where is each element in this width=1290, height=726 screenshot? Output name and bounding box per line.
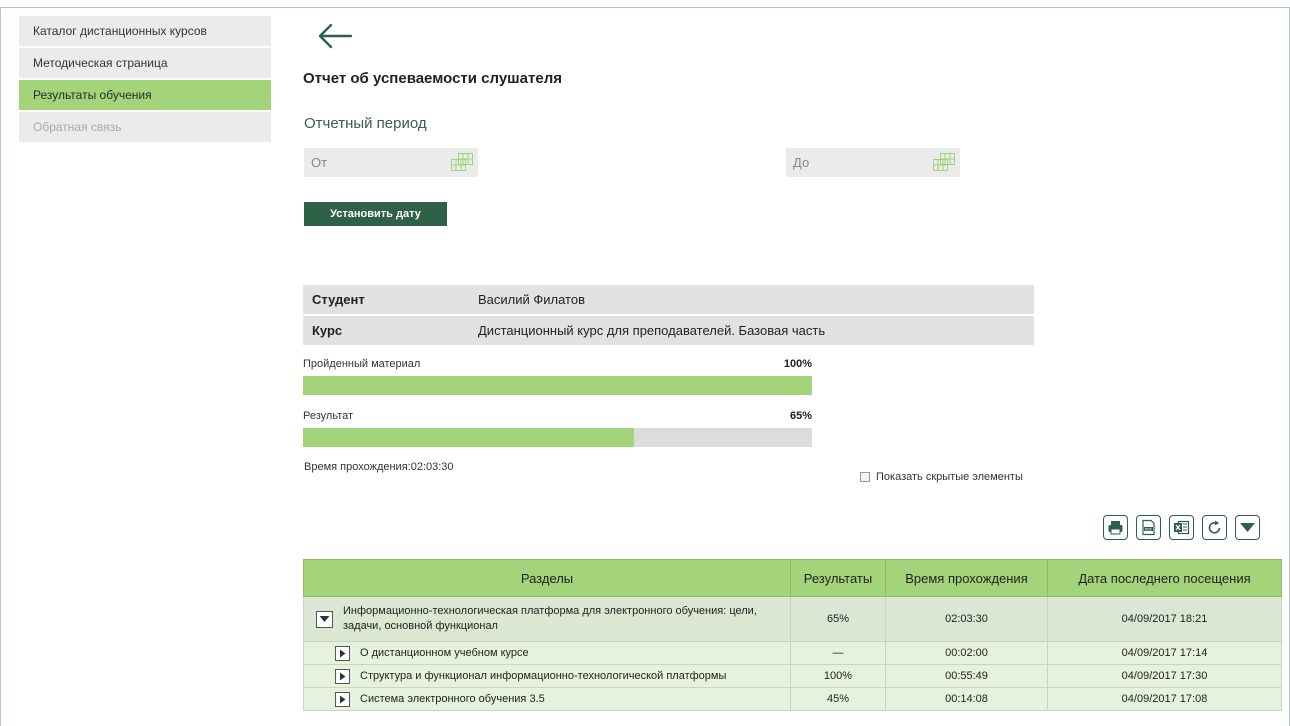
date-cell: 04/09/2017 17:14	[1047, 641, 1282, 665]
date-from-field[interactable]: От	[304, 148, 478, 177]
svg-text:PDF: PDF	[1145, 527, 1152, 531]
sections-table: Разделы Результаты Время прохождения Дат…	[303, 559, 1282, 711]
date-cell: 04/09/2017 17:08	[1047, 687, 1282, 711]
material-progress-track	[303, 376, 812, 395]
time-cell: 00:55:49	[885, 664, 1048, 688]
sidebar-item-feedback: Обратная связь	[19, 112, 271, 142]
caret-right-icon	[340, 672, 346, 680]
arrow-left-icon	[318, 23, 353, 49]
col-sections[interactable]: Разделы	[303, 559, 791, 597]
pdf-icon: PDF	[1142, 519, 1155, 536]
excel-icon	[1174, 520, 1190, 535]
main-content: Отчет об успеваемости слушателя Отчетный…	[303, 0, 1283, 726]
print-button[interactable]	[1103, 515, 1128, 540]
show-hidden-checkbox[interactable]	[860, 472, 870, 482]
course-value: Дистанционный курс для преподавателей. Б…	[469, 316, 1034, 345]
result-progress-fill	[303, 428, 634, 447]
date-from-placeholder: От	[311, 155, 328, 170]
sidebar-item-catalog[interactable]: Каталог дистанционных курсов	[19, 16, 271, 46]
refresh-icon	[1208, 520, 1221, 534]
caret-right-icon	[340, 649, 346, 657]
section-title: Структура и функционал информационно-тех…	[360, 670, 727, 682]
expand-toggle[interactable]	[335, 645, 350, 661]
section-cell: Система электронного обучения 3.5	[303, 687, 791, 711]
course-row: Курс Дистанционный курс для преподавател…	[303, 316, 1034, 345]
material-progress: Пройденный материал 100%	[303, 358, 812, 395]
result-progress-label: Результат	[303, 410, 354, 422]
back-button[interactable]	[317, 22, 353, 50]
student-row: Студент Василий Филатов	[303, 285, 1034, 314]
caret-down-icon	[319, 616, 330, 622]
date-cell: 04/09/2017 17:30	[1047, 664, 1282, 688]
dropdown-icon	[1240, 523, 1255, 532]
result-progress-percent: 65%	[789, 410, 812, 422]
student-value: Василий Филатов	[469, 285, 1034, 314]
expand-toggle[interactable]	[335, 691, 350, 707]
calendar-icon[interactable]	[450, 152, 474, 172]
pdf-button[interactable]: PDF	[1136, 515, 1161, 540]
section-cell: Структура и функционал информационно-тех…	[303, 664, 791, 688]
material-progress-percent: 100%	[783, 358, 812, 370]
export-toolbar: PDF	[1103, 515, 1260, 540]
result-cell: 65%	[790, 596, 886, 642]
show-hidden-toggle[interactable]: Показать скрытые элементы	[860, 471, 1023, 483]
result-progress-track	[303, 428, 812, 447]
sidebar: Каталог дистанционных курсов Методическа…	[19, 16, 271, 144]
section-cell: О дистанционном учебном курсе	[303, 641, 791, 665]
table-row[interactable]: О дистанционном учебном курсе — 00:02:00…	[303, 641, 1282, 665]
time-spent: Время прохождения:02:03:30	[304, 461, 454, 473]
result-cell: 45%	[790, 687, 886, 711]
col-time[interactable]: Время прохождения	[885, 559, 1048, 597]
material-progress-label: Пройденный материал	[303, 358, 421, 370]
date-to-placeholder: До	[793, 155, 810, 170]
result-cell: —	[790, 641, 886, 665]
time-cell: 02:03:30	[885, 596, 1048, 642]
col-results[interactable]: Результаты	[790, 559, 886, 597]
table-row[interactable]: Информационно-технологическая платформа …	[303, 596, 1282, 642]
table-header-row: Разделы Результаты Время прохождения Дат…	[303, 559, 1282, 597]
excel-button[interactable]	[1169, 515, 1194, 540]
calendar-icon[interactable]	[932, 152, 956, 172]
student-label: Студент	[303, 285, 469, 314]
table-row[interactable]: Структура и функционал информационно-тех…	[303, 664, 1282, 688]
col-last-visit[interactable]: Дата последнего посещения	[1047, 559, 1282, 597]
caret-right-icon	[340, 695, 346, 703]
time-cell: 00:02:00	[885, 641, 1048, 665]
print-icon	[1108, 521, 1123, 535]
student-info-table: Студент Василий Филатов Курс Дистанционн…	[303, 283, 1034, 347]
result-progress: Результат 65%	[303, 410, 812, 447]
date-to-field[interactable]: До	[786, 148, 960, 177]
sidebar-item-results[interactable]: Результаты обучения	[19, 80, 271, 110]
set-date-button[interactable]: Установить дату	[304, 202, 447, 226]
show-hidden-label: Показать скрытые элементы	[876, 471, 1023, 483]
section-title: О дистанционном учебном курсе	[360, 647, 529, 659]
section-cell: Информационно-технологическая платформа …	[303, 596, 791, 642]
time-cell: 00:14:08	[885, 687, 1048, 711]
collapse-toggle[interactable]	[316, 610, 333, 628]
sidebar-item-methodical[interactable]: Методическая страница	[19, 48, 271, 78]
date-cell: 04/09/2017 18:21	[1047, 596, 1282, 642]
table-row[interactable]: Система электронного обучения 3.5 45% 00…	[303, 687, 1282, 711]
course-label: Курс	[303, 316, 469, 345]
refresh-button[interactable]	[1202, 515, 1227, 540]
more-options-button[interactable]	[1235, 515, 1260, 540]
expand-toggle[interactable]	[335, 668, 350, 684]
section-title: Система электронного обучения 3.5	[360, 693, 545, 705]
period-label: Отчетный период	[304, 115, 427, 132]
section-title: Информационно-технологическая платформа …	[343, 605, 757, 632]
material-progress-fill	[303, 376, 812, 395]
page-title: Отчет об успеваемости слушателя	[303, 70, 562, 87]
result-cell: 100%	[790, 664, 886, 688]
